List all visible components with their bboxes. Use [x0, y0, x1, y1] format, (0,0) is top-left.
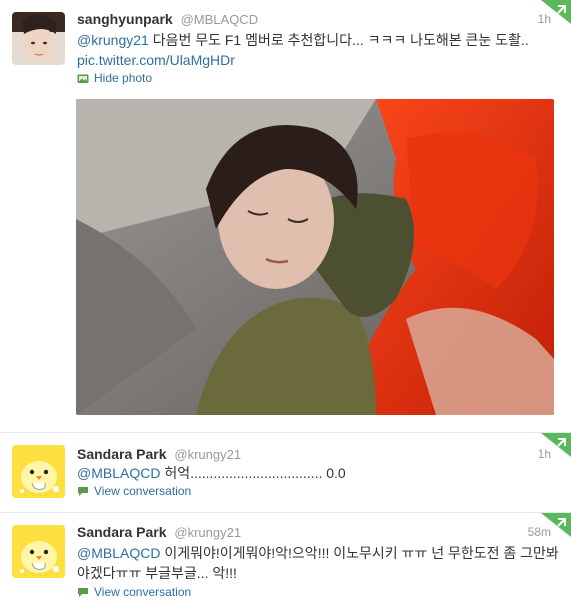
- photo-link[interactable]: pic.twitter.com/UlaMgHDr: [77, 52, 235, 68]
- photo-icon: [77, 72, 89, 88]
- conversation-icon: [77, 485, 89, 501]
- view-conversation-label: View conversation: [94, 484, 192, 498]
- tweet[interactable]: Sandara Park @krungy21 58m @MBLAQCD 이게뭐야…: [0, 512, 571, 611]
- tweet-text: @MBLAQCD 이게뭐야!이게뭐야!악!으악!!! 이노무시키 ㅠㅠ 넌 무한…: [77, 543, 559, 583]
- tweet-text: @krungy21 다음번 무도 F1 멤버로 추천합니다... ㅋㅋㅋ 나도해…: [77, 30, 559, 70]
- mention-link[interactable]: @MBLAQCD: [77, 465, 160, 481]
- retweet-corner-icon[interactable]: [541, 433, 571, 457]
- mention-link[interactable]: @krungy21: [77, 32, 149, 48]
- tweet-text: @MBLAQCD 허억.............................…: [77, 463, 559, 483]
- view-conversation-link[interactable]: View conversation: [77, 584, 191, 600]
- view-conversation-link[interactable]: View conversation: [77, 483, 191, 499]
- username[interactable]: @MBLAQCD: [181, 12, 259, 27]
- view-conversation-label: View conversation: [94, 585, 192, 599]
- retweet-corner-icon[interactable]: [541, 0, 571, 24]
- fullname[interactable]: Sandara Park: [77, 446, 167, 462]
- hide-photo-label: Hide photo: [94, 71, 153, 85]
- retweet-corner-icon[interactable]: [541, 513, 571, 537]
- tweet-body: 다음번 무도 F1 멤버로 추천합니다... ㅋㅋㅋ 나도해본 큰눈 도촬..: [148, 32, 529, 48]
- tweet-header: Sandara Park @krungy21 58m: [77, 523, 551, 541]
- username[interactable]: @krungy21: [174, 447, 241, 462]
- tweet-body: 허억.................................. 0.0: [160, 465, 346, 481]
- avatar[interactable]: [12, 12, 65, 65]
- tweet-photo[interactable]: [76, 99, 554, 415]
- avatar[interactable]: [12, 525, 65, 578]
- mention-link[interactable]: @MBLAQCD: [77, 545, 160, 561]
- username[interactable]: @krungy21: [174, 525, 241, 540]
- tweet[interactable]: Sandara Park @krungy21 1h @MBLAQCD 허억...…: [0, 432, 571, 510]
- hide-photo-link[interactable]: Hide photo: [77, 70, 152, 86]
- tweet[interactable]: sanghyunpark @MBLAQCD 1h @krungy21 다음번 무…: [0, 0, 571, 428]
- conversation-icon: [77, 586, 89, 602]
- fullname[interactable]: Sandara Park: [77, 524, 167, 540]
- avatar[interactable]: [12, 445, 65, 498]
- tweet-header: Sandara Park @krungy21 1h: [77, 445, 551, 463]
- fullname[interactable]: sanghyunpark: [77, 11, 173, 27]
- tweet-header: sanghyunpark @MBLAQCD 1h: [77, 10, 551, 28]
